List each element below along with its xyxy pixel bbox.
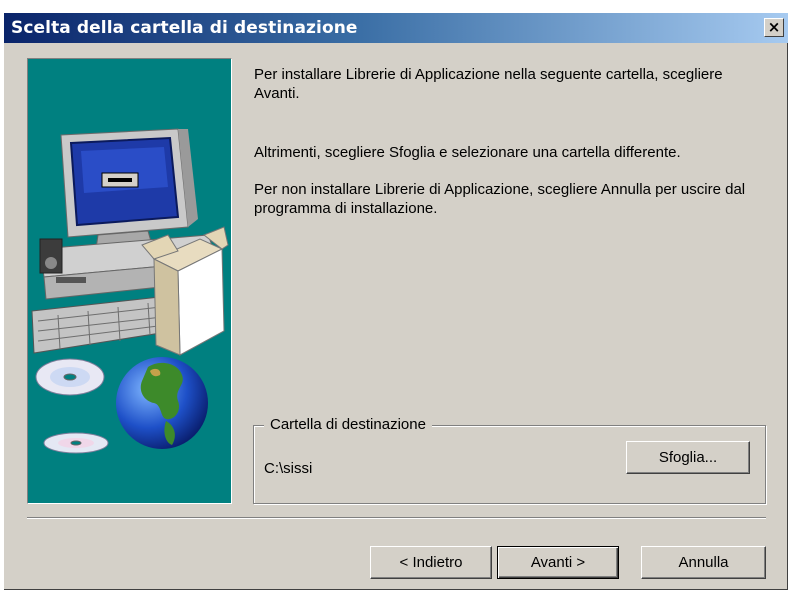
globe-icon <box>116 357 208 449</box>
next-button[interactable]: Avanti > <box>497 546 619 579</box>
destination-folder-group: Cartella di destinazione C:\sissi Sfogli… <box>253 415 766 504</box>
close-button[interactable]: × <box>764 18 784 37</box>
back-button[interactable]: < Indietro <box>370 546 492 579</box>
close-icon: × <box>767 18 781 36</box>
cancel-button[interactable]: Annulla <box>641 546 766 579</box>
window-title: Scelta della cartella di destinazione <box>11 18 358 38</box>
separator-line <box>27 517 766 519</box>
instruction-text-cancel: Per non installare Librerie di Applicazi… <box>254 181 746 217</box>
instruction-text-browse: Altrimenti, scegliere Sfoglia e selezion… <box>254 144 681 161</box>
browse-button[interactable]: Sfoglia... <box>626 441 750 474</box>
destination-folder-label: Cartella di destinazione <box>264 415 432 434</box>
installer-illustration <box>27 58 232 504</box>
title-bar[interactable]: Scelta della cartella di destinazione × <box>4 13 788 43</box>
instruction-text-install: Per installare Librerie di Applicazione … <box>254 66 723 102</box>
destination-path: C:\sissi <box>264 460 313 477</box>
